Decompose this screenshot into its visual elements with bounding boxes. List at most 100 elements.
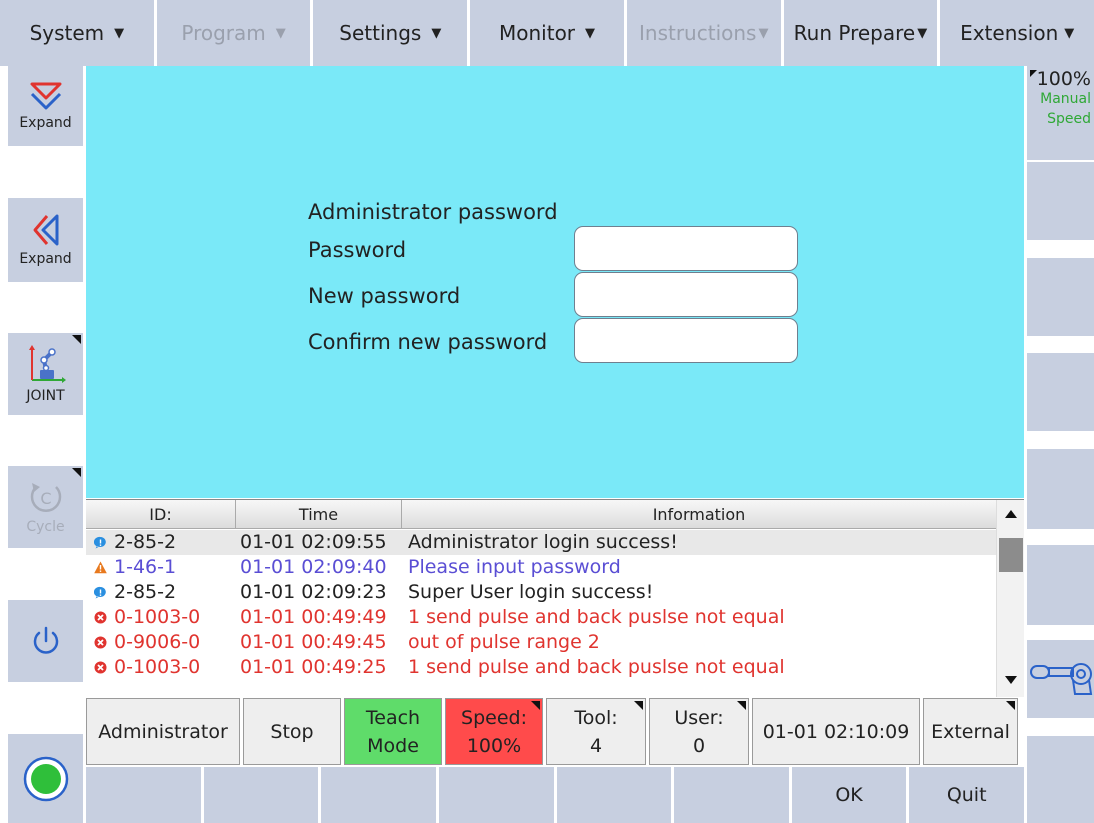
speed-line1: Speed: [461, 706, 527, 729]
error-icon [94, 636, 107, 649]
cycle-button[interactable]: C Cycle [8, 466, 83, 548]
menu-settings-label: Settings [339, 21, 422, 45]
green-status-light-icon [23, 756, 68, 801]
function-key-4[interactable] [438, 767, 554, 823]
right-key-1[interactable] [1027, 162, 1094, 240]
password-field[interactable] [574, 226, 798, 271]
submenu-indicator-icon [1006, 701, 1015, 710]
log-info: Administrator login success! [408, 531, 678, 553]
menu-extension-label: Extension [960, 21, 1059, 45]
log-info: Super User login success! [408, 581, 654, 603]
menu-instructions-label: Instructions [639, 21, 757, 45]
expand-left-label: Expand [19, 251, 72, 267]
right-key-3[interactable] [1027, 353, 1094, 431]
table-row[interactable]: 2-85-2 01-01 02:09:23 Super User login s… [86, 580, 996, 605]
table-row[interactable]: 0-1003-0 01-01 00:49:25 1 send pulse and… [86, 655, 996, 680]
menu-system[interactable]: System ▼ [0, 0, 154, 66]
log-info: 1 send pulse and back puslse not equal [408, 656, 785, 678]
datetime-label: 01-01 02:10:09 [762, 720, 910, 743]
chevron-down-icon: ▼ [275, 25, 286, 41]
new-password-field[interactable] [574, 272, 798, 317]
chevron-down-icon: ▼ [917, 25, 928, 41]
function-key-6[interactable] [674, 767, 789, 823]
menu-instructions[interactable]: Instructions ▼ [626, 0, 781, 66]
submenu-indicator-icon [72, 468, 81, 477]
confirm-password-field[interactable] [574, 318, 798, 363]
quit-button[interactable]: Quit [909, 767, 1024, 823]
speed-mode: Manual [1040, 91, 1091, 107]
joint-coord-button[interactable]: JOINT [8, 333, 83, 415]
robot-view-button[interactable] [1027, 640, 1094, 718]
form-title: Administrator password [308, 200, 558, 224]
external-button[interactable]: External [923, 698, 1018, 765]
menu-monitor[interactable]: Monitor ▼ [470, 0, 624, 66]
user-level-label: Administrator [98, 720, 228, 743]
scroll-up-icon[interactable] [1005, 510, 1017, 518]
menu-extension[interactable]: Extension ▼ [940, 0, 1094, 66]
table-row[interactable]: 0-9006-0 01-01 00:49:45 out of pulse ran… [86, 630, 996, 655]
speed-line2: 100% [466, 734, 522, 757]
tool-selector[interactable]: Tool: 4 [546, 698, 646, 765]
menu-run-prepare-label: Run Prepare [793, 21, 916, 45]
expand-down-label: Expand [19, 115, 72, 131]
power-button[interactable] [8, 600, 83, 682]
function-key-1[interactable] [86, 767, 201, 823]
submenu-indicator-icon [634, 701, 643, 710]
password-label: Password [308, 238, 407, 262]
column-header-id[interactable]: ID: [86, 500, 236, 529]
menu-program-label: Program [181, 21, 266, 45]
log-scrollbar[interactable] [996, 500, 1024, 697]
column-header-information[interactable]: Information [402, 500, 996, 529]
confirm-password-label: Confirm new password [308, 330, 548, 354]
log-info: 1 send pulse and back puslse not equal [408, 606, 785, 628]
log-id: 1-46-1 [114, 556, 177, 578]
log-time: 01-01 02:09:23 [240, 581, 387, 603]
run-state-indicator: Stop [243, 698, 341, 765]
robot-arm-joint-icon [28, 345, 66, 383]
table-row[interactable]: 1-46-1 01-01 02:09:40 Please input passw… [86, 555, 996, 580]
chevron-down-icon: ▼ [585, 25, 596, 41]
speed-indicator[interactable]: 100% Manual Speed [1027, 66, 1094, 160]
column-header-time[interactable]: Time [236, 500, 402, 529]
menu-run-prepare[interactable]: Run Prepare ▼ [783, 0, 938, 66]
menu-settings[interactable]: Settings ▼ [313, 0, 468, 66]
table-row[interactable]: 0-1003-0 01-01 00:49:49 1 send pulse and… [86, 605, 996, 630]
function-key-3[interactable] [321, 767, 436, 823]
chevron-down-icon: ▼ [758, 25, 769, 41]
log-time: 01-01 00:49:45 [240, 631, 387, 653]
speed-selector[interactable]: Speed: 100% [445, 698, 543, 765]
datetime-display: 01-01 02:10:09 [752, 698, 920, 765]
right-key-2[interactable] [1027, 258, 1094, 336]
user-level-button[interactable]: Administrator [86, 698, 240, 765]
log-time: 01-01 02:09:40 [240, 556, 387, 578]
table-row[interactable]: 2-85-2 01-01 02:09:55 Administrator logi… [86, 530, 996, 555]
error-icon [94, 661, 107, 674]
double-chevron-down-icon [30, 82, 61, 110]
log-time: 01-01 02:09:55 [240, 531, 387, 553]
function-key-bar: OK Quit [86, 767, 1024, 823]
menu-system-label: System [29, 21, 105, 45]
log-id: 0-1003-0 [114, 656, 201, 678]
submenu-indicator-icon [72, 335, 81, 344]
expand-left-button[interactable]: Expand [8, 198, 83, 282]
right-key-4[interactable] [1027, 449, 1094, 529]
expand-down-button[interactable]: Expand [8, 66, 83, 146]
info-icon [94, 586, 106, 599]
right-key-7[interactable] [1027, 736, 1094, 823]
speed-label: Speed [1047, 111, 1091, 127]
ok-button[interactable]: OK [791, 767, 907, 823]
function-key-5[interactable] [556, 767, 672, 823]
chevron-down-icon: ▼ [114, 25, 125, 41]
user-frame-selector[interactable]: User: 0 [649, 698, 749, 765]
servo-status-button[interactable] [8, 734, 83, 823]
chevron-down-icon: ▼ [1064, 25, 1075, 41]
right-key-5[interactable] [1027, 545, 1094, 625]
status-bar: Administrator Stop Teach Mode Speed: 100… [86, 698, 1024, 765]
function-key-2[interactable] [203, 767, 319, 823]
scroll-thumb[interactable] [999, 538, 1023, 572]
robot-arm-icon [1030, 663, 1093, 695]
scroll-down-icon[interactable] [1005, 676, 1017, 684]
log-info: out of pulse range 2 [408, 631, 600, 653]
menu-program[interactable]: Program ▼ [156, 0, 311, 66]
power-icon [33, 626, 58, 654]
